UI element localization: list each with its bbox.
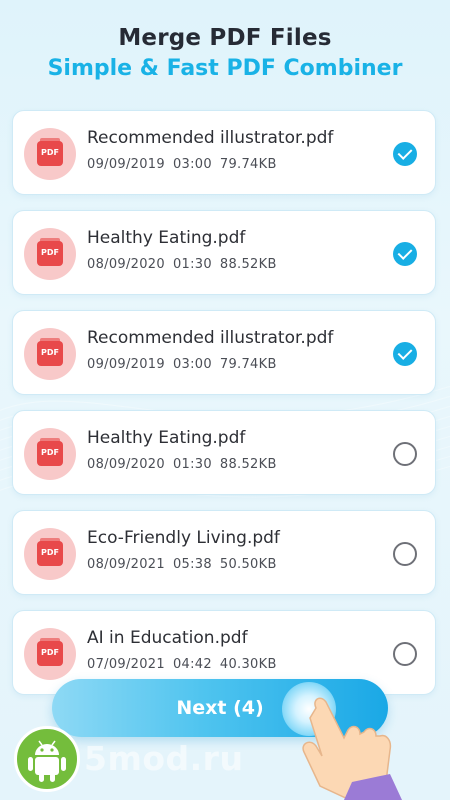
file-meta: 09/09/2019 03:00 79.74KB xyxy=(87,357,285,372)
file-name: Healthy Eating.pdf xyxy=(87,428,246,448)
file-date: 08/09/2020 xyxy=(87,257,165,272)
pdf-icon-label: PDF xyxy=(41,648,59,657)
pdf-file-icon: PDF xyxy=(24,428,76,480)
file-meta: 08/09/2020 01:30 88.52KB xyxy=(87,257,285,272)
file-time: 05:38 xyxy=(172,557,212,572)
file-time: 01:30 xyxy=(172,257,212,272)
page-subtitle: Simple & Fast PDF Combiner xyxy=(47,56,403,81)
pdf-file-icon: PDF xyxy=(24,328,76,380)
file-list-item[interactable]: PDF Eco-Friendly Living.pdf 08/09/2021 05:3… xyxy=(12,510,436,595)
file-name: AI in Education.pdf xyxy=(87,628,248,648)
file-date: 09/09/2019 xyxy=(87,157,165,172)
file-list-item[interactable]: PDF Recommended illustrator.pdf 09/09/2019… xyxy=(12,110,436,195)
pointing-hand-icon xyxy=(302,697,402,800)
file-time: 03:00 xyxy=(172,157,212,172)
pdf-icon-label: PDF xyxy=(41,448,59,457)
file-date: 08/09/2020 xyxy=(87,457,165,472)
android-icon xyxy=(14,726,80,792)
file-date: 08/09/2021 xyxy=(87,557,165,572)
file-time: 03:00 xyxy=(172,357,212,372)
file-list-item[interactable]: PDF Healthy Eating.pdf 08/09/2020 01:30 88.5… xyxy=(12,210,436,295)
file-meta: 09/09/2019 03:00 79.74KB xyxy=(87,157,285,172)
pdf-icon-label: PDF xyxy=(41,148,59,157)
file-name: Eco-Friendly Living.pdf xyxy=(87,528,280,548)
file-size: 88.52KB xyxy=(219,257,277,272)
file-size: 40.30KB xyxy=(219,657,277,672)
header: Merge PDF Files Simple & Fast PDF Combin… xyxy=(0,22,450,84)
file-date: 07/09/2021 xyxy=(87,657,165,672)
pdf-file-icon: PDF xyxy=(24,228,76,280)
file-size: 79.74KB xyxy=(219,357,277,372)
checkmark-circle-icon[interactable] xyxy=(393,242,417,266)
pdf-icon-label: PDF xyxy=(41,548,59,557)
checkmark-circle-icon[interactable] xyxy=(393,142,417,166)
empty-circle-icon[interactable] xyxy=(393,642,417,666)
page-title: Merge PDF Files xyxy=(118,25,332,51)
pdf-file-icon: PDF xyxy=(24,628,76,680)
file-list-item[interactable]: PDF Healthy Eating.pdf 08/09/2020 01:30 88.5… xyxy=(12,410,436,495)
checkmark-circle-icon[interactable] xyxy=(393,342,417,366)
file-date: 09/09/2019 xyxy=(87,357,165,372)
file-meta: 08/09/2021 05:38 50.50KB xyxy=(87,557,285,572)
file-name: Healthy Eating.pdf xyxy=(87,228,246,248)
file-name: Recommended illustrator.pdf xyxy=(87,328,334,348)
empty-circle-icon[interactable] xyxy=(393,542,417,566)
file-size: 88.52KB xyxy=(219,457,277,472)
file-time: 04:42 xyxy=(172,657,212,672)
file-meta: 08/09/2020 01:30 88.52KB xyxy=(87,457,285,472)
file-meta: 07/09/2021 04:42 40.30KB xyxy=(87,657,285,672)
file-name: Recommended illustrator.pdf xyxy=(87,128,334,148)
file-size: 50.50KB xyxy=(219,557,277,572)
pdf-icon-label: PDF xyxy=(41,248,59,257)
file-size: 79.74KB xyxy=(219,157,277,172)
file-time: 01:30 xyxy=(172,457,212,472)
pdf-file-icon: PDF xyxy=(24,528,76,580)
file-list-item[interactable]: PDF Recommended illustrator.pdf 09/09/2019… xyxy=(12,310,436,395)
empty-circle-icon[interactable] xyxy=(393,442,417,466)
next-button-label: Next (4) xyxy=(176,697,264,719)
watermark-text: 5mod.ru xyxy=(84,739,244,778)
pdf-icon-label: PDF xyxy=(41,348,59,357)
pdf-file-icon: PDF xyxy=(24,128,76,180)
